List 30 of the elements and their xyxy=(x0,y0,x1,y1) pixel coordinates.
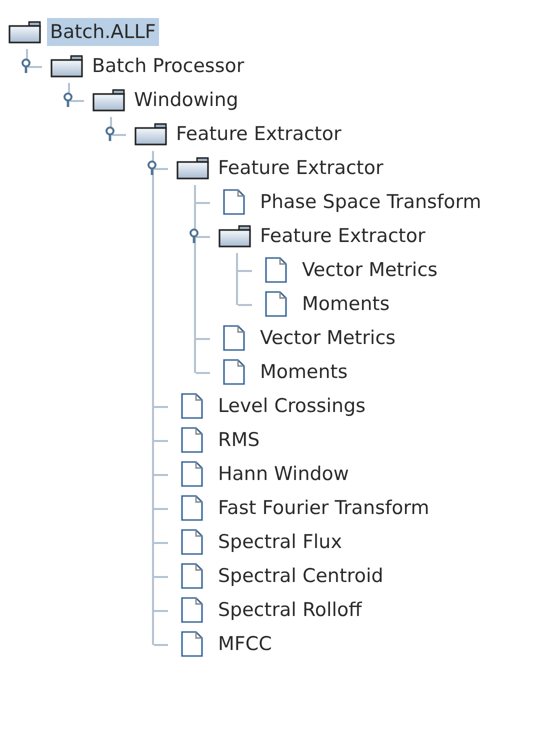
folder-icon xyxy=(92,88,126,112)
tree-item[interactable]: Feature Extractor xyxy=(173,120,344,148)
tree-item[interactable]: Level Crossings xyxy=(215,392,369,420)
expand-toggle[interactable] xyxy=(62,92,74,108)
tree-item[interactable]: Phase Space Transform xyxy=(257,188,484,216)
expand-toggle[interactable] xyxy=(188,228,200,244)
expand-toggle[interactable] xyxy=(104,126,116,142)
tree-item[interactable]: Spectral Centroid xyxy=(215,562,386,590)
tree-item[interactable]: MFCC xyxy=(215,630,275,658)
folder-icon xyxy=(218,224,252,248)
tree-item[interactable]: Spectral Rolloff xyxy=(215,596,365,624)
tree-item[interactable]: Feature Extractor xyxy=(257,222,428,250)
tree-item[interactable]: Vector Metrics xyxy=(257,324,399,352)
expand-toggle[interactable] xyxy=(20,58,32,74)
expand-toggle[interactable] xyxy=(146,160,158,176)
folder-icon xyxy=(176,156,210,180)
tree-item[interactable]: Spectral Flux xyxy=(215,528,345,556)
tree-item[interactable]: Hann Window xyxy=(215,460,352,488)
tree-item[interactable]: Fast Fourier Transform xyxy=(215,494,432,522)
folder-icon xyxy=(134,122,168,146)
tree-item[interactable]: Batch Processor xyxy=(89,52,248,80)
tree-item[interactable]: Moments xyxy=(257,358,351,386)
tree-item[interactable]: RMS xyxy=(215,426,263,454)
tree-item[interactable]: Vector Metrics xyxy=(299,256,441,284)
tree-item[interactable]: Feature Extractor xyxy=(215,154,386,182)
tree-item[interactable]: Batch.ALLF xyxy=(47,18,159,46)
tree-item[interactable]: Windowing xyxy=(131,86,242,114)
tree-item[interactable]: Moments xyxy=(299,290,393,318)
folder-icon xyxy=(8,20,42,44)
folder-icon xyxy=(50,54,84,78)
